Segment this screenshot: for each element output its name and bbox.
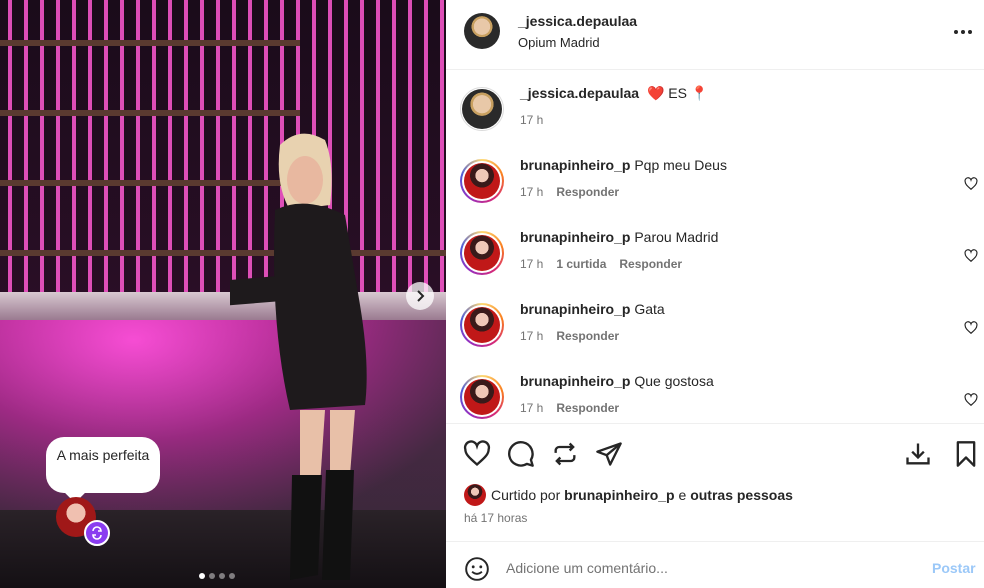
caption-username[interactable]: _jessica.depaulaa — [520, 85, 639, 101]
post-location[interactable]: Opium Madrid — [518, 35, 600, 50]
post-comment-button[interactable]: Postar — [932, 560, 976, 576]
comment-username[interactable]: brunapinheiro_p — [520, 157, 630, 173]
emoji-icon[interactable] — [464, 556, 490, 582]
liked-by-user[interactable]: brunapinheiro_p — [564, 487, 674, 503]
comment-item: brunapinheiro_p Parou Madrid 17 h 1 curt… — [446, 215, 984, 285]
comment-username[interactable]: brunapinheiro_p — [520, 301, 630, 317]
comment-likes[interactable]: 1 curtida — [556, 257, 606, 271]
liked-by-conjunction: e — [678, 487, 687, 503]
carousel-dot — [199, 573, 205, 579]
comment-input[interactable] — [506, 554, 906, 582]
repost-icon[interactable] — [551, 440, 579, 468]
liked-by-prefix: Curtido por — [491, 487, 561, 503]
more-icon[interactable] — [952, 22, 974, 42]
author-username[interactable]: _jessica.depaulaa — [518, 13, 637, 29]
bookmark-icon[interactable] — [952, 440, 980, 468]
comment-icon[interactable] — [507, 440, 535, 468]
comment-heart-icon[interactable] — [964, 393, 978, 407]
commenter-avatar[interactable] — [460, 159, 504, 203]
comment-heart-icon[interactable] — [964, 177, 978, 191]
repost-badge-icon — [84, 520, 110, 546]
carousel-dot — [209, 573, 215, 579]
reply-button[interactable]: Responder — [556, 185, 619, 199]
comment-time[interactable]: 17 h — [520, 401, 543, 415]
comment-text: Pqp meu Deus — [634, 157, 727, 173]
liked-by-others[interactable]: outras pessoas — [690, 487, 793, 503]
caption: _jessica.depaulaa ❤️ ES 📍 17 h — [446, 71, 984, 141]
next-image-button[interactable] — [406, 282, 434, 310]
liked-by: Curtido por brunapinheiro_p e outras pes… — [464, 484, 793, 506]
commenter-avatar[interactable] — [460, 231, 504, 275]
post-timestamp[interactable]: há 17 horas — [464, 511, 527, 525]
caption-text: ❤️ ES 📍 — [646, 85, 709, 101]
caption-time[interactable]: 17 h — [520, 113, 543, 127]
woman-figure — [230, 133, 367, 580]
comment-heart-icon[interactable] — [964, 249, 978, 263]
carousel-indicator — [199, 573, 235, 579]
note-bubble: A mais perfeita — [46, 437, 160, 493]
caption-avatar[interactable] — [462, 89, 502, 129]
comment-text: Que gostosa — [634, 373, 714, 389]
author-avatar[interactable] — [464, 13, 500, 49]
comment-heart-icon[interactable] — [964, 321, 978, 335]
reply-button[interactable]: Responder — [556, 401, 619, 415]
comment-text: Gata — [634, 301, 665, 317]
comment-item: brunapinheiro_p Pqp meu Deus 17 h Respon… — [446, 143, 984, 213]
carousel-dot — [219, 573, 225, 579]
comment-time[interactable]: 17 h — [520, 185, 543, 199]
liker-avatar[interactable] — [464, 484, 486, 506]
post-sidebar: _jessica.depaulaa Opium Madrid _jessica.… — [446, 0, 984, 588]
send-icon[interactable] — [595, 440, 623, 468]
comment-text: Parou Madrid — [634, 229, 719, 245]
commenter-avatar[interactable] — [460, 375, 504, 419]
comment-item: brunapinheiro_p Que gostosa 17 h Respond… — [446, 359, 984, 423]
add-comment-bar: Postar — [446, 541, 984, 588]
post-actions: Curtido por brunapinheiro_p e outras pes… — [446, 423, 984, 541]
comment-username[interactable]: brunapinheiro_p — [520, 373, 630, 389]
comment-time[interactable]: 17 h — [520, 257, 543, 271]
download-icon[interactable] — [904, 440, 932, 468]
comments-list[interactable]: _jessica.depaulaa ❤️ ES 📍 17 h brunapinh… — [446, 71, 984, 423]
heart-icon[interactable] — [463, 440, 491, 468]
commenter-avatar[interactable] — [460, 303, 504, 347]
comment-username[interactable]: brunapinheiro_p — [520, 229, 630, 245]
reply-button[interactable]: Responder — [619, 257, 682, 271]
carousel-dot — [229, 573, 235, 579]
post-header: _jessica.depaulaa Opium Madrid — [446, 0, 984, 70]
comment-time[interactable]: 17 h — [520, 329, 543, 343]
comment-item: brunapinheiro_p Gata 17 h Responder — [446, 287, 984, 357]
post-image[interactable]: A mais perfeita — [0, 0, 446, 588]
chevron-right-icon — [417, 290, 425, 302]
reply-button[interactable]: Responder — [556, 329, 619, 343]
